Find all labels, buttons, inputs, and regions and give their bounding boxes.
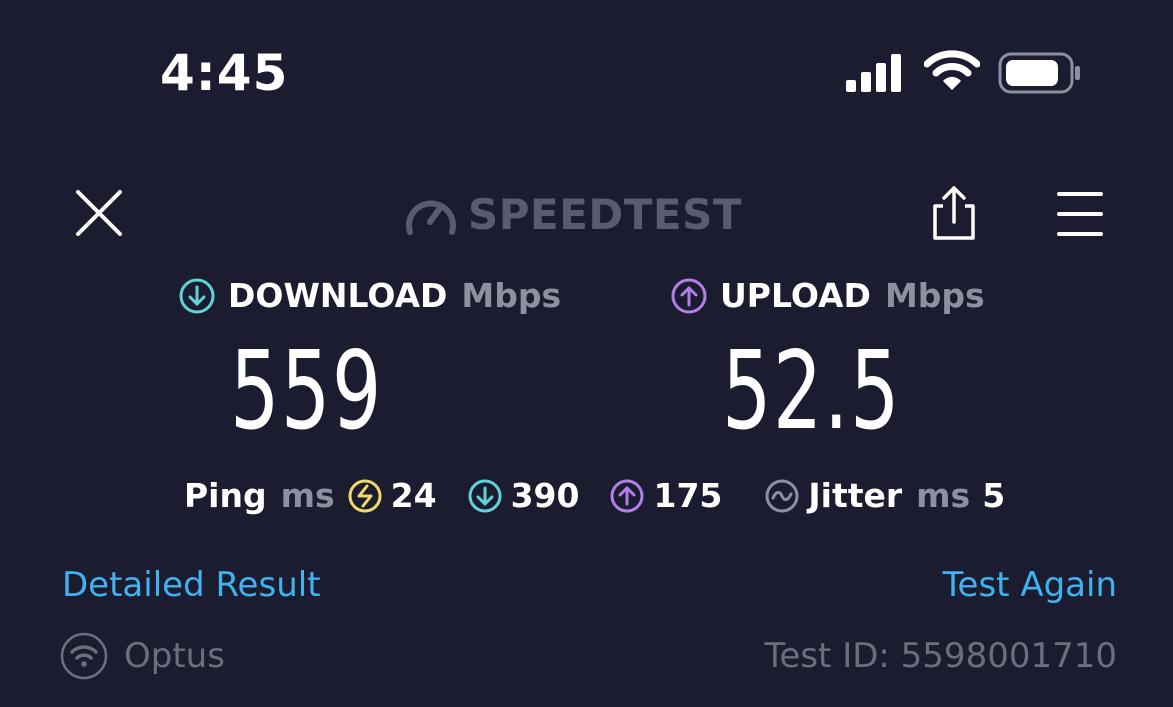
ping-download-value: 390 bbox=[510, 476, 580, 515]
detailed-result-link[interactable]: Detailed Result bbox=[62, 565, 321, 605]
upload-header: UPLOAD Mbps bbox=[670, 276, 985, 315]
ping-row: Ping ms 24 390 175 Jitter ms 5 bbox=[184, 476, 1005, 515]
jitter-icon bbox=[765, 479, 799, 512]
jitter-unit: ms bbox=[916, 476, 971, 515]
upload-value: 52.5 bbox=[722, 329, 901, 454]
download-label: DOWNLOAD bbox=[228, 276, 448, 315]
speedtest-logo: SPEEDTEST bbox=[404, 188, 742, 240]
download-arrow-icon bbox=[179, 278, 215, 313]
jitter-label: Jitter bbox=[808, 476, 903, 515]
speedtest-result-screen: 4:45 SPEEDTEST DOWNLOAD Mbps UPLOAD Mbps… bbox=[0, 0, 1173, 707]
idle-latency-icon bbox=[348, 479, 382, 512]
ping-idle-value: 24 bbox=[390, 476, 437, 515]
download-unit: Mbps bbox=[461, 276, 562, 315]
battery-icon bbox=[998, 52, 1080, 94]
test-again-link[interactable]: Test Again bbox=[943, 565, 1117, 605]
ping-label: Ping bbox=[184, 476, 267, 515]
jitter-value: 5 bbox=[982, 476, 1006, 515]
status-time: 4:45 bbox=[160, 44, 289, 102]
share-button[interactable] bbox=[928, 184, 980, 242]
upload-arrow-icon bbox=[671, 278, 707, 313]
menu-button[interactable] bbox=[1056, 190, 1104, 238]
upload-label: UPLOAD bbox=[720, 276, 871, 315]
upload-latency-icon bbox=[610, 479, 644, 512]
download-value: 559 bbox=[230, 329, 383, 454]
cellular-signal-icon bbox=[846, 54, 901, 92]
ping-unit: ms bbox=[280, 476, 335, 515]
wifi-icon bbox=[924, 50, 980, 90]
wifi-provider-icon bbox=[60, 632, 108, 680]
logo-text: SPEEDTEST bbox=[468, 189, 743, 239]
download-latency-icon bbox=[468, 479, 502, 512]
upload-unit: Mbps bbox=[884, 276, 985, 315]
ping-upload-value: 175 bbox=[653, 476, 723, 515]
close-button[interactable] bbox=[74, 188, 124, 238]
test-id: Test ID: 5598001710 bbox=[764, 636, 1117, 676]
provider-name: Optus bbox=[124, 636, 225, 676]
download-header: DOWNLOAD Mbps bbox=[178, 276, 561, 315]
gauge-icon bbox=[406, 200, 456, 235]
provider-info: Optus bbox=[60, 632, 225, 680]
